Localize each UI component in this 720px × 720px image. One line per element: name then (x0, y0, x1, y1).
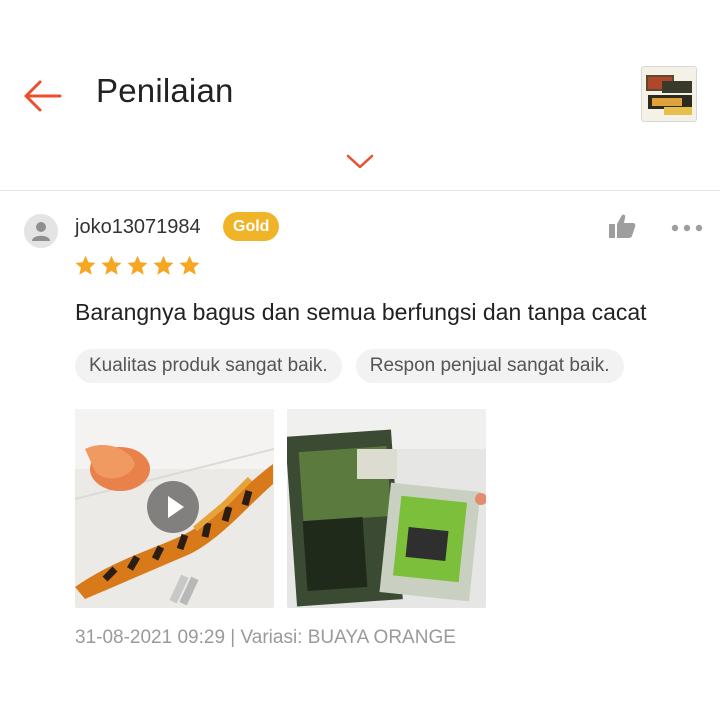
play-button[interactable] (147, 481, 199, 533)
star-icon (179, 255, 200, 275)
star-icon (127, 255, 148, 275)
review-text: Barangnya bagus dan semua berfungsi dan … (75, 299, 647, 325)
review-photo[interactable] (287, 409, 486, 608)
product-thumbnail[interactable] (641, 66, 697, 122)
product-image (642, 67, 696, 121)
star-icon (153, 255, 174, 275)
reviewer-username[interactable]: joko13071984 (75, 216, 201, 239)
page-title: Penilaian (96, 72, 234, 109)
photo-thumbnail (287, 409, 486, 608)
avatar[interactable] (24, 214, 58, 248)
more-options-button[interactable] (670, 221, 704, 233)
review-tag: Respon penjual sangat baik. (355, 349, 624, 383)
review-video[interactable] (75, 409, 274, 608)
star-icon (75, 255, 96, 275)
chevron-down-icon (346, 154, 374, 169)
star-rating (74, 254, 201, 278)
review-tags: Kualitas produk sangat baik. Respon penj… (75, 349, 624, 383)
arrow-left-icon (24, 80, 62, 112)
play-icon (168, 496, 184, 518)
like-button[interactable] (608, 213, 636, 239)
header-bar: Penilaian (0, 0, 720, 190)
expand-button[interactable] (344, 150, 376, 174)
user-icon (24, 214, 58, 248)
more-horizontal-icon (671, 224, 703, 232)
review-card: joko13071984 Gold Barangnya bagus dan se… (0, 191, 720, 720)
back-button[interactable] (20, 74, 64, 118)
review-meta: 31-08-2021 09:29 | Variasi: BUAYA ORANGE (75, 627, 456, 648)
thumbs-up-icon (609, 214, 636, 238)
member-badge: Gold (223, 212, 280, 241)
review-tag: Kualitas produk sangat baik. (75, 349, 342, 383)
star-icon (101, 255, 122, 275)
